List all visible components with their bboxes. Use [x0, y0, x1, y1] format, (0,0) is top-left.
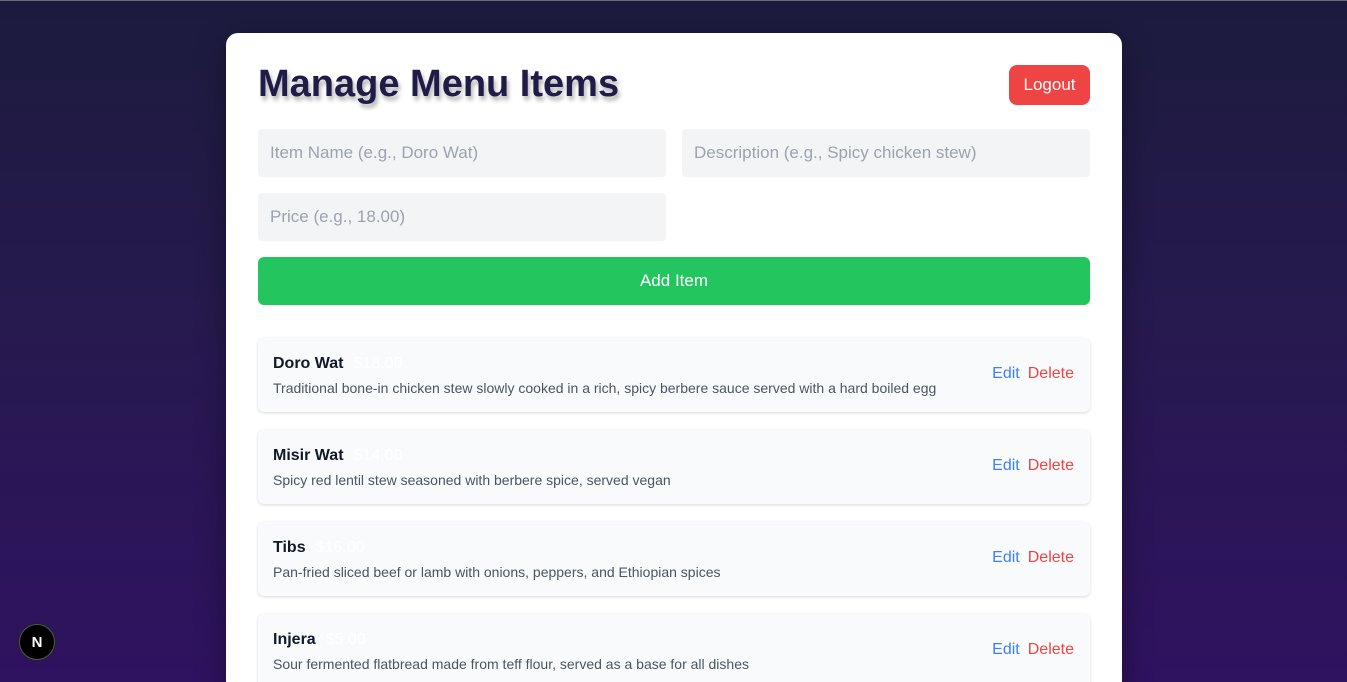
item-header: Doro Wat $18.00: [273, 355, 402, 373]
window-top-border: [0, 0, 1347, 1]
item-description: Pan-fried sliced beef or lamb with onion…: [273, 564, 721, 580]
delete-button[interactable]: Delete: [1028, 457, 1074, 474]
edit-button[interactable]: Edit: [992, 457, 1020, 474]
edit-button[interactable]: Edit: [992, 641, 1020, 658]
item-name: Tibs: [273, 539, 306, 556]
edit-button[interactable]: Edit: [992, 549, 1020, 566]
logout-button[interactable]: Logout: [1009, 65, 1090, 105]
delete-button[interactable]: Delete: [1028, 365, 1074, 382]
item-actions: Edit Delete: [992, 549, 1074, 567]
item-actions: Edit Delete: [992, 365, 1074, 383]
item-header: Injera $5.00: [273, 631, 366, 649]
item-name: Misir Wat: [273, 447, 344, 464]
item-description: Sour fermented flatbread made from teff …: [273, 656, 749, 672]
delete-button[interactable]: Delete: [1028, 641, 1074, 658]
item-description: Spicy red lentil stew seasoned with berb…: [273, 472, 671, 488]
menu-item-doro-wat: Doro Wat $18.00 Traditional bone-in chick…: [258, 338, 1090, 412]
item-actions: Edit Delete: [992, 641, 1074, 659]
item-price: $14.00: [353, 447, 403, 464]
delete-button[interactable]: Delete: [1028, 549, 1074, 566]
menu-item-tibs: Tibs $16.00 Pan-fried sliced beef or lamb…: [258, 522, 1090, 596]
nextjs-logo-letter: N: [31, 633, 43, 651]
item-actions: Edit Delete: [992, 457, 1074, 475]
item-price: $18.00: [353, 355, 403, 372]
item-price: $16.00: [315, 539, 365, 556]
item-price-input[interactable]: [258, 193, 666, 241]
menu-item-injera: Injera $5.00 Sour fermented flatbread mad…: [258, 614, 1090, 682]
menu-item-misir-wat: Misir Wat $14.00 Spicy red lentil stew se…: [258, 430, 1090, 504]
item-name: Injera: [273, 631, 316, 648]
item-price: $5.00: [325, 631, 366, 648]
item-name-input[interactable]: [258, 129, 666, 177]
add-item-button[interactable]: Add Item: [258, 257, 1090, 305]
menu-management-card: Manage Menu Items Logout Add Item Doro W…: [226, 33, 1122, 682]
item-header: Misir Wat $14.00: [273, 447, 402, 465]
item-description-input[interactable]: [682, 129, 1090, 177]
item-description: Traditional bone-in chicken stew slowly …: [273, 380, 937, 396]
item-header: Tibs $16.00: [273, 539, 365, 557]
nextjs-logo-icon[interactable]: N: [19, 624, 55, 660]
menu-item-list: Doro Wat $18.00 Traditional bone-in chick…: [258, 338, 1090, 682]
item-name: Doro Wat: [273, 355, 344, 372]
page-title: Manage Menu Items: [258, 63, 620, 105]
edit-button[interactable]: Edit: [992, 365, 1020, 382]
